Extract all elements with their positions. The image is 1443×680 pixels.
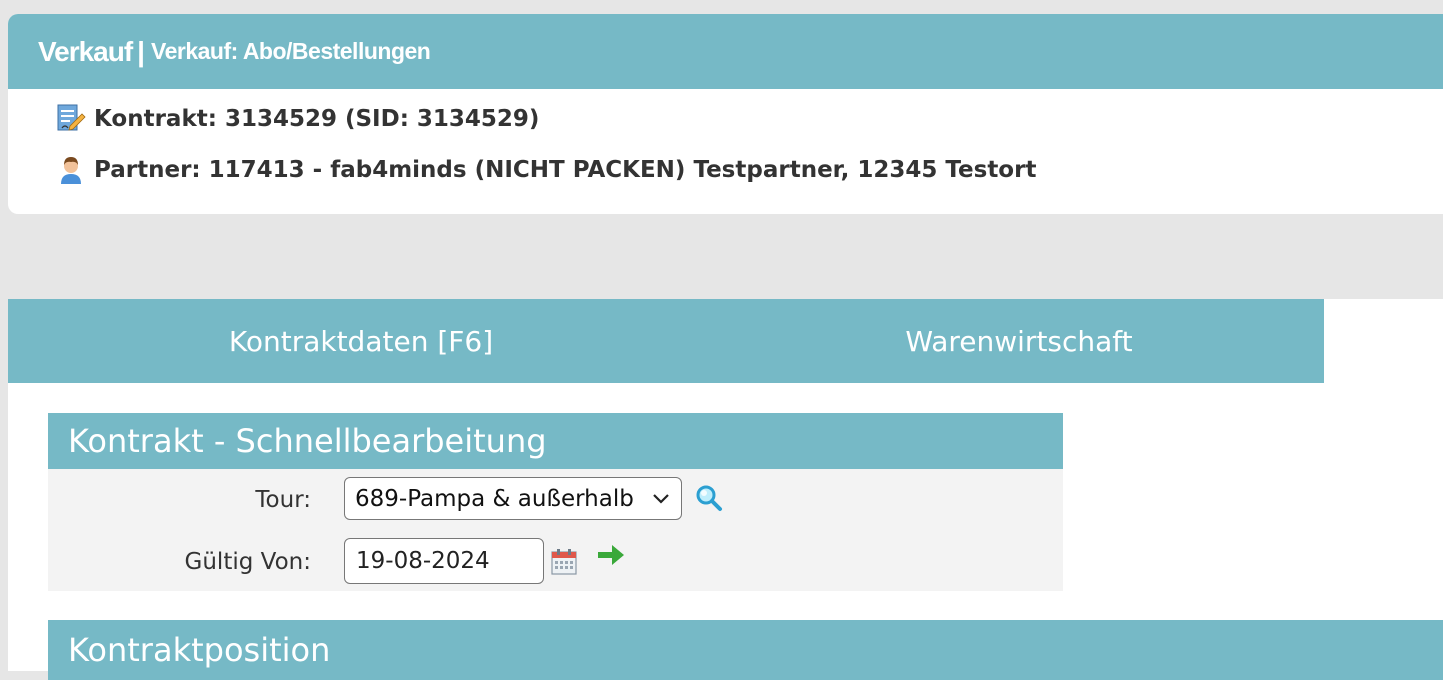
tab-active-empty[interactable] (1324, 299, 1443, 383)
chevron-down-icon (651, 488, 671, 514)
arrow-right-icon[interactable] (596, 543, 626, 571)
partner-person-icon (56, 155, 86, 185)
contract-label: Kontrakt: 3134529 (SID: 3134529) (94, 106, 540, 132)
tab-bar: Kontraktdaten [F6] Warenwirtschaft (8, 299, 1443, 383)
tour-select[interactable]: 689-Pampa & außerhalb (344, 477, 682, 520)
calendar-icon[interactable] (550, 548, 578, 580)
contract-info: Kontrakt: 3134529 (SID: 3134529) (56, 104, 539, 134)
tour-label: Tour: (255, 487, 311, 513)
page-title: Verkauf: Abo/Bestellungen (151, 38, 431, 64)
page-header: Verkauf | Verkauf: Abo/Bestellungen (8, 14, 1443, 89)
search-icon[interactable] (694, 483, 724, 517)
tab-warenwirtschaft[interactable]: Warenwirtschaft (714, 299, 1324, 383)
valid-from-label: Gültig Von: (184, 549, 311, 575)
quick-edit-section: Kontrakt - Schnellbearbeitung Tour: 689-… (48, 413, 1063, 591)
quick-edit-title: Kontrakt - Schnellbearbeitung (48, 413, 1063, 469)
main-content: Kontrakt - Schnellbearbeitung Tour: 689-… (8, 383, 1443, 680)
valid-from-value: 19-08-2024 (356, 548, 490, 574)
contract-document-icon (56, 104, 86, 134)
partner-info: Partner: 117413 - fab4minds (NICHT PACKE… (56, 155, 1036, 185)
module-title: Verkauf (38, 35, 133, 67)
position-section-title: Kontraktposition (48, 620, 1443, 680)
tab-label: Warenwirtschaft (905, 324, 1133, 358)
tab-kontraktdaten[interactable]: Kontraktdaten [F6] (8, 299, 714, 383)
tab-label: Kontraktdaten [F6] (228, 324, 494, 358)
tour-value: 689-Pampa & außerhalb (355, 485, 634, 512)
partner-label: Partner: 117413 - fab4minds (NICHT PACKE… (94, 157, 1037, 183)
title-separator: | (137, 35, 146, 67)
quick-edit-body: Tour: 689-Pampa & außerhalb Gültig Von: … (48, 469, 1063, 591)
valid-from-input[interactable]: 19-08-2024 (344, 538, 544, 584)
